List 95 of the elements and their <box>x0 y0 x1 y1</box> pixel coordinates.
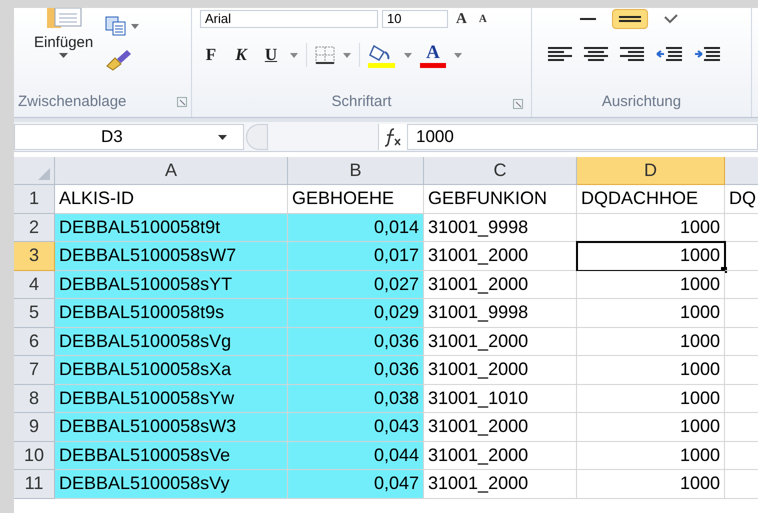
table-cell[interactable]: 31001_1010 <box>424 384 577 413</box>
table-cell[interactable]: DEBBAL5100058sVg <box>55 328 288 356</box>
table-cell[interactable]: DEBBAL5100058sXa <box>55 356 288 384</box>
copy-icon[interactable] <box>105 16 128 36</box>
table-cell[interactable]: 31001_2000 <box>424 270 577 299</box>
bold-button[interactable]: F <box>200 42 222 68</box>
font-name-field[interactable]: Arial <box>200 10 378 28</box>
table-cell[interactable]: GEBHOEHE <box>288 185 424 214</box>
group-label: Ausrichtung <box>602 92 682 112</box>
row-header[interactable]: 6 <box>14 328 55 356</box>
table-cell[interactable]: 0,044 <box>288 442 424 470</box>
table-cell[interactable]: 1000 <box>577 442 725 470</box>
column-header[interactable]: D <box>577 157 725 185</box>
table-cell[interactable]: 0,038 <box>288 384 424 413</box>
table-cell[interactable]: 0,036 <box>288 328 424 356</box>
row-header[interactable]: 1 <box>14 185 55 214</box>
table-cell[interactable]: 1000 <box>577 470 725 498</box>
table-cell[interactable]: DEBBAL5100058t9t <box>55 214 288 242</box>
decrease-indent-icon[interactable] <box>656 46 682 64</box>
table-cell[interactable]: 0,017 <box>288 242 424 270</box>
row-header[interactable]: 8 <box>14 384 55 413</box>
table-cell[interactable]: 1000 <box>577 242 725 270</box>
align-middle-button[interactable] <box>612 9 648 29</box>
table-cell[interactable]: 0,014 <box>288 214 424 242</box>
underline-button[interactable]: U <box>260 42 282 68</box>
orientation-icon[interactable] <box>664 14 678 24</box>
align-top-icon[interactable] <box>580 17 596 21</box>
column-header[interactable]: C <box>424 157 577 185</box>
table-cell[interactable]: 0,029 <box>288 299 424 328</box>
increase-indent-icon[interactable] <box>694 46 720 64</box>
function-icon[interactable] <box>383 126 403 148</box>
caret-icon[interactable] <box>218 134 227 140</box>
paste-button[interactable]: Einfügen <box>34 34 94 53</box>
table-cell[interactable]: 31001_2000 <box>424 470 577 498</box>
row-header[interactable]: 10 <box>14 442 55 470</box>
font-size-field[interactable]: 10 <box>382 10 448 28</box>
fill-bucket-icon[interactable] <box>368 42 396 68</box>
italic-button[interactable]: K <box>230 42 252 68</box>
align-center-icon[interactable] <box>584 46 608 64</box>
row-header[interactable]: 11 <box>14 470 55 498</box>
table-cell[interactable]: DEBBAL5100058sVy <box>55 470 288 498</box>
border-icon[interactable] <box>315 46 335 64</box>
table-cell[interactable]: 1000 <box>577 413 725 442</box>
table-cell[interactable]: 31001_2000 <box>424 356 577 384</box>
color-bar <box>420 62 446 68</box>
table-cell[interactable]: DQDACHHOE <box>577 185 725 214</box>
clipboard-icon[interactable] <box>44 8 83 30</box>
table-cell[interactable]: 1000 <box>577 356 725 384</box>
table-cell[interactable]: 31001_2000 <box>424 442 577 470</box>
table-cell[interactable]: 31001_9998 <box>424 299 577 328</box>
table-cell[interactable]: 31001_2000 <box>424 328 577 356</box>
table-cell[interactable]: 31001_2000 <box>424 242 577 270</box>
group-label: Zwischenablage <box>18 92 126 112</box>
row-header[interactable]: 4 <box>14 270 55 299</box>
row-header[interactable]: 5 <box>14 299 55 328</box>
table-cell[interactable]: DEBBAL5100058sW7 <box>55 242 288 270</box>
table-cell[interactable]: 1000 <box>577 299 725 328</box>
row-header[interactable]: 2 <box>14 214 55 242</box>
column-header[interactable]: B <box>288 157 424 185</box>
table-cell[interactable]: DEBBAL5100058sW3 <box>55 413 288 442</box>
table-cell[interactable]: GEBFUNKION <box>424 185 577 214</box>
table-cell[interactable]: 1000 <box>577 270 725 299</box>
table-cell[interactable]: 0,043 <box>288 413 424 442</box>
align-left-icon[interactable] <box>548 46 572 64</box>
launcher-icon[interactable] <box>177 96 187 107</box>
table-cell[interactable]: DEBBAL5100058sYw <box>55 384 288 413</box>
caret-icon[interactable] <box>59 52 68 58</box>
table-cell[interactable]: 31001_2000 <box>424 413 577 442</box>
row-header[interactable]: 7 <box>14 356 55 384</box>
launcher-icon[interactable] <box>513 99 523 109</box>
table-cell[interactable]: 0,036 <box>288 356 424 384</box>
align-right-icon[interactable] <box>620 46 644 64</box>
shrink-font-button[interactable]: A <box>474 14 491 24</box>
table-cell[interactable]: 1000 <box>577 328 725 356</box>
triangle-icon <box>38 168 50 180</box>
brush-icon[interactable] <box>105 48 134 72</box>
table-cell[interactable]: 1000 <box>577 384 725 413</box>
table-cell[interactable]: DEBBAL5100058t9s <box>55 299 288 328</box>
table-cell[interactable]: 31001_9998 <box>424 214 577 242</box>
row-header[interactable]: 9 <box>14 413 55 442</box>
grow-font-button[interactable]: A <box>452 12 471 26</box>
font-color-glyph[interactable]: A <box>426 42 440 62</box>
table-cell[interactable]: 1000 <box>577 214 725 242</box>
group-label: Schriftart <box>331 92 392 112</box>
table-cell[interactable]: DEBBAL5100058sVe <box>55 442 288 470</box>
align-middle-icon <box>619 15 641 23</box>
table-cell[interactable]: 0,047 <box>288 470 424 498</box>
row-header[interactable]: 3 <box>14 242 55 270</box>
table-cell[interactable]: 0,027 <box>288 270 424 299</box>
formula-field[interactable]: 1000 <box>407 124 758 150</box>
table-cell[interactable]: ALKIS-ID <box>55 185 288 214</box>
column-header[interactable]: A <box>55 157 288 185</box>
table-cell[interactable]: DEBBAL5100058sYT <box>55 270 288 299</box>
name-box[interactable]: D3 <box>14 124 244 150</box>
formula-handle[interactable] <box>246 124 268 150</box>
